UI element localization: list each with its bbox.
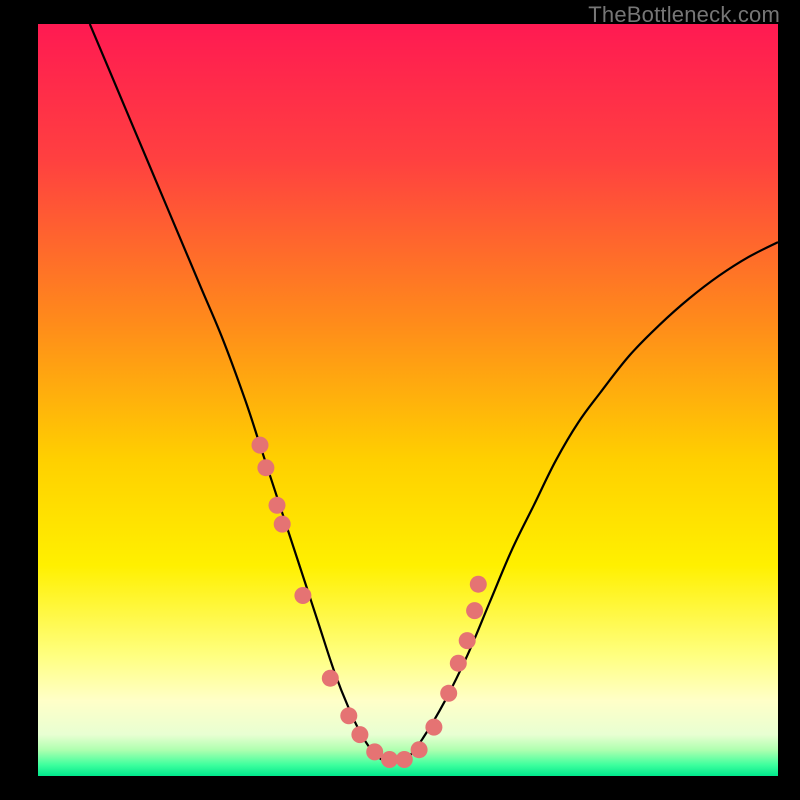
marker-dot <box>440 685 457 702</box>
marker-dot <box>411 741 428 758</box>
chart-frame: TheBottleneck.com <box>0 0 800 800</box>
marker-dot <box>459 632 476 649</box>
watermark-text: TheBottleneck.com <box>588 2 780 28</box>
marker-dot <box>252 437 269 454</box>
marker-dot <box>269 497 286 514</box>
curve-layer <box>38 24 778 776</box>
marker-dot <box>396 751 413 768</box>
bottleneck-curve <box>90 24 778 763</box>
marker-dot <box>351 726 368 743</box>
marker-dot <box>322 670 339 687</box>
marker-dot <box>257 459 274 476</box>
marker-dot <box>366 743 383 760</box>
marker-dots <box>252 437 487 768</box>
marker-dot <box>274 516 291 533</box>
plot-area <box>38 24 778 776</box>
marker-dot <box>381 751 398 768</box>
marker-dot <box>340 707 357 724</box>
marker-dot <box>294 587 311 604</box>
marker-dot <box>466 602 483 619</box>
marker-dot <box>450 655 467 672</box>
marker-dot <box>425 719 442 736</box>
marker-dot <box>470 576 487 593</box>
